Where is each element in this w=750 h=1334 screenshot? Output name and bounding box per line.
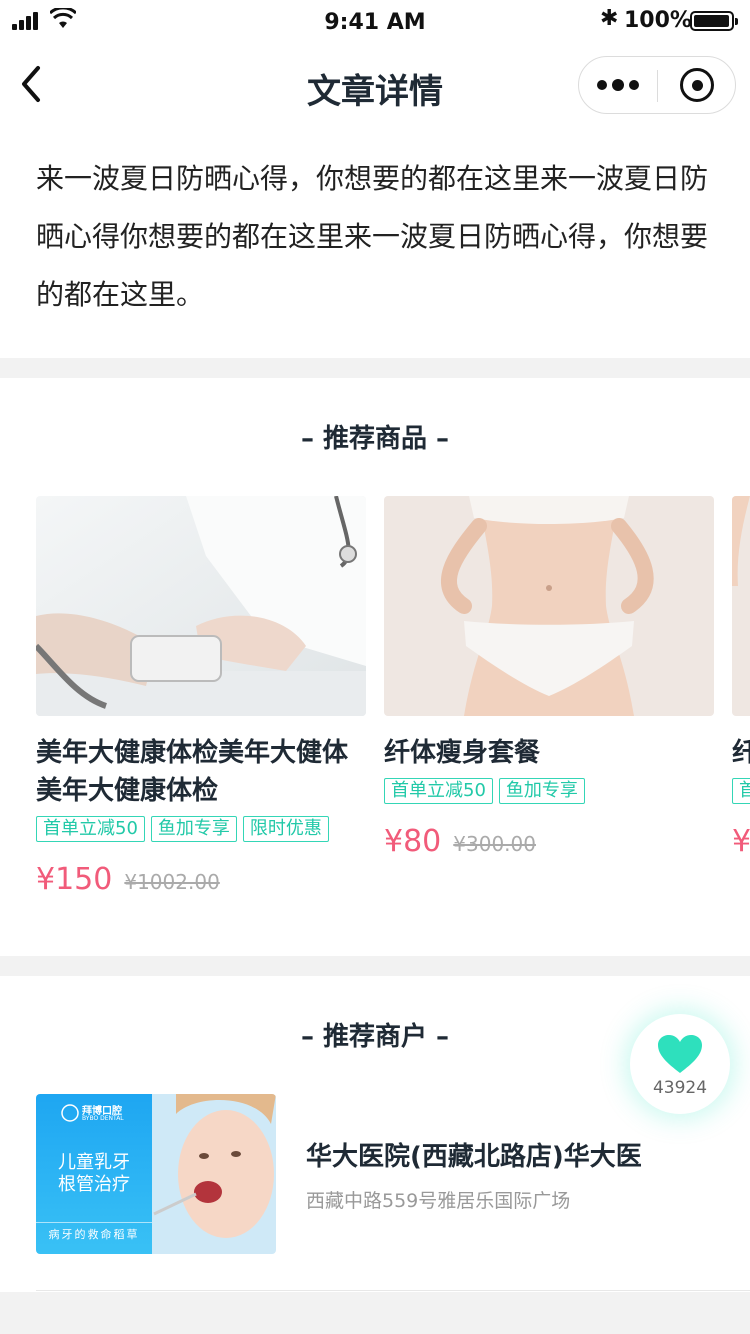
like-button[interactable]: 43924 <box>630 1014 730 1114</box>
heart-icon <box>658 1035 702 1073</box>
merchant-name[interactable]: 华大医院(西藏北路店)华大医 <box>306 1136 642 1173</box>
article-text: 来一波夏日防晒心得，你想要的都在这里来一波夏日防晒心得你想要的都在这里来一波夏日… <box>36 162 709 311</box>
battery-percentage: 100% <box>624 8 692 33</box>
divider <box>36 1290 750 1291</box>
product-card[interactable]: 纤体瘦身套餐 首单立减50 鱼加专享 ¥80 ¥300.00 <box>384 496 714 859</box>
like-count: 43924 <box>652 1078 708 1098</box>
dot-icon <box>612 79 624 91</box>
more-menu-button[interactable] <box>579 57 657 113</box>
price-row: ¥ <box>732 824 750 859</box>
promo-tag: 限时优惠 <box>242 816 329 842</box>
product-original-price: ¥1002.00 <box>124 870 220 894</box>
merchant-image-footer: 病牙的救命稻草 <box>36 1222 152 1244</box>
product-price: ¥150 <box>36 862 113 897</box>
close-mini-program-button[interactable] <box>658 57 736 113</box>
promo-tag: 首 <box>732 778 750 804</box>
recommended-products-section: – 推荐商品 – 美年大健康体检美年大健体美年大健康体检 首单立减50 鱼加专享… <box>0 378 750 956</box>
product-image <box>732 496 750 716</box>
price-row: ¥150 ¥1002.00 <box>36 862 220 897</box>
promo-tag: 鱼加专享 <box>498 778 585 804</box>
product-price: ¥80 <box>384 824 442 859</box>
promo-tag: 首单立减50 <box>384 778 493 804</box>
merchant-image-headline: 儿童乳牙 根管治疗 <box>58 1152 130 1195</box>
product-image-checkup <box>36 496 366 716</box>
product-tags: 首 <box>732 778 750 804</box>
recommended-merchants-section: – 推荐商户 – 拜博口腔 BYBO DENTAL 儿童乳牙 根管治疗 病牙的救… <box>0 976 750 1292</box>
mini-program-capsule <box>578 56 736 114</box>
product-card[interactable]: 纤 首 ¥ <box>732 496 750 859</box>
merchant-address: 西藏中路559号雅居乐国际广场 <box>306 1190 571 1212</box>
price-row: ¥80 ¥300.00 <box>384 824 536 859</box>
dot-icon <box>629 80 639 90</box>
product-name: 纤 <box>732 738 750 768</box>
promo-tag: 鱼加专享 <box>150 816 237 842</box>
article-body: 来一波夏日防晒心得，你想要的都在这里来一波夏日防晒心得你想要的都在这里来一波夏日… <box>0 128 750 358</box>
battery-icon <box>690 11 738 31</box>
status-bar: 9:41 AM ✱ 100% <box>0 0 750 44</box>
product-image-slimming <box>384 496 714 716</box>
product-original-price: ¥300.00 <box>453 832 536 856</box>
product-name: 美年大健康体检美年大健体美年大健康体检 <box>36 738 349 806</box>
product-name: 纤体瘦身套餐 <box>384 738 541 768</box>
dot-icon <box>597 80 607 90</box>
merchant-image[interactable]: 拜博口腔 BYBO DENTAL 儿童乳牙 根管治疗 病牙的救命稻草 <box>36 1094 276 1254</box>
product-tags: 首单立减50 鱼加专享 限时优惠 <box>36 816 366 842</box>
navigation-bar: 文章详情 <box>0 44 750 128</box>
product-tags: 首单立减50 鱼加专享 <box>384 778 714 804</box>
product-card[interactable]: 美年大健康体检美年大健体美年大健康体检 首单立减50 鱼加专享 限时优惠 ¥15… <box>36 496 366 897</box>
section-title-products: – 推荐商品 – <box>300 424 450 454</box>
bluetooth-icon: ✱ <box>600 6 619 31</box>
merchant-brand-en: BYBO DENTAL <box>82 1115 124 1122</box>
target-icon <box>680 68 714 102</box>
product-price: ¥ <box>732 824 750 859</box>
promo-tag: 首单立减50 <box>36 816 145 842</box>
